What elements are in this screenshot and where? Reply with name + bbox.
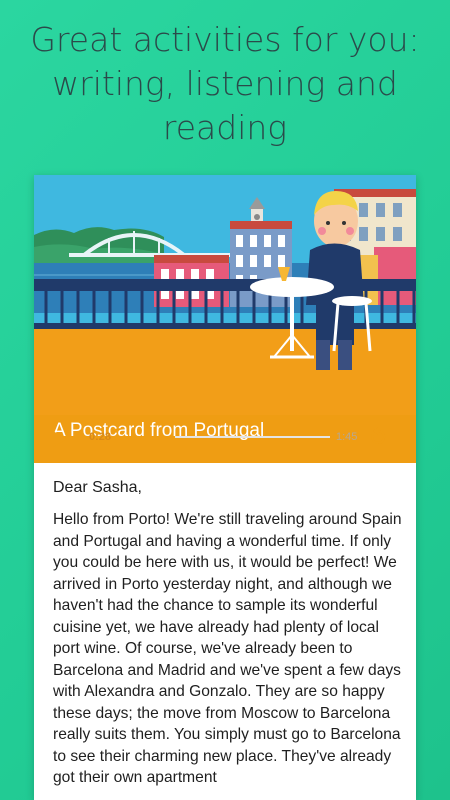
replay-icon[interactable] — [368, 427, 388, 447]
lesson-card: A Postcard from Portugal 0:28 1:45 Dear … — [34, 175, 416, 800]
letter-greeting: Dear Sasha, — [53, 479, 142, 496]
play-icon[interactable] — [52, 430, 68, 448]
headline-line-2: writing, listening and — [52, 64, 398, 103]
audio-progress-bar[interactable] — [118, 435, 330, 439]
letter-body: Hello from Porto! We're still traveling … — [53, 511, 402, 786]
audio-progress-fill — [118, 435, 175, 439]
current-time: 0:28 — [89, 431, 112, 443]
headline-line-3: reading — [162, 108, 288, 147]
lesson-title: A Postcard from Portugal — [53, 420, 265, 441]
promo-headline: Great activities for you: writing, liste… — [0, 18, 450, 150]
postcard-scene-illustration — [34, 175, 416, 415]
headline-line-1: Great activities for you: — [30, 20, 420, 59]
total-time: 1:45 — [336, 431, 358, 443]
